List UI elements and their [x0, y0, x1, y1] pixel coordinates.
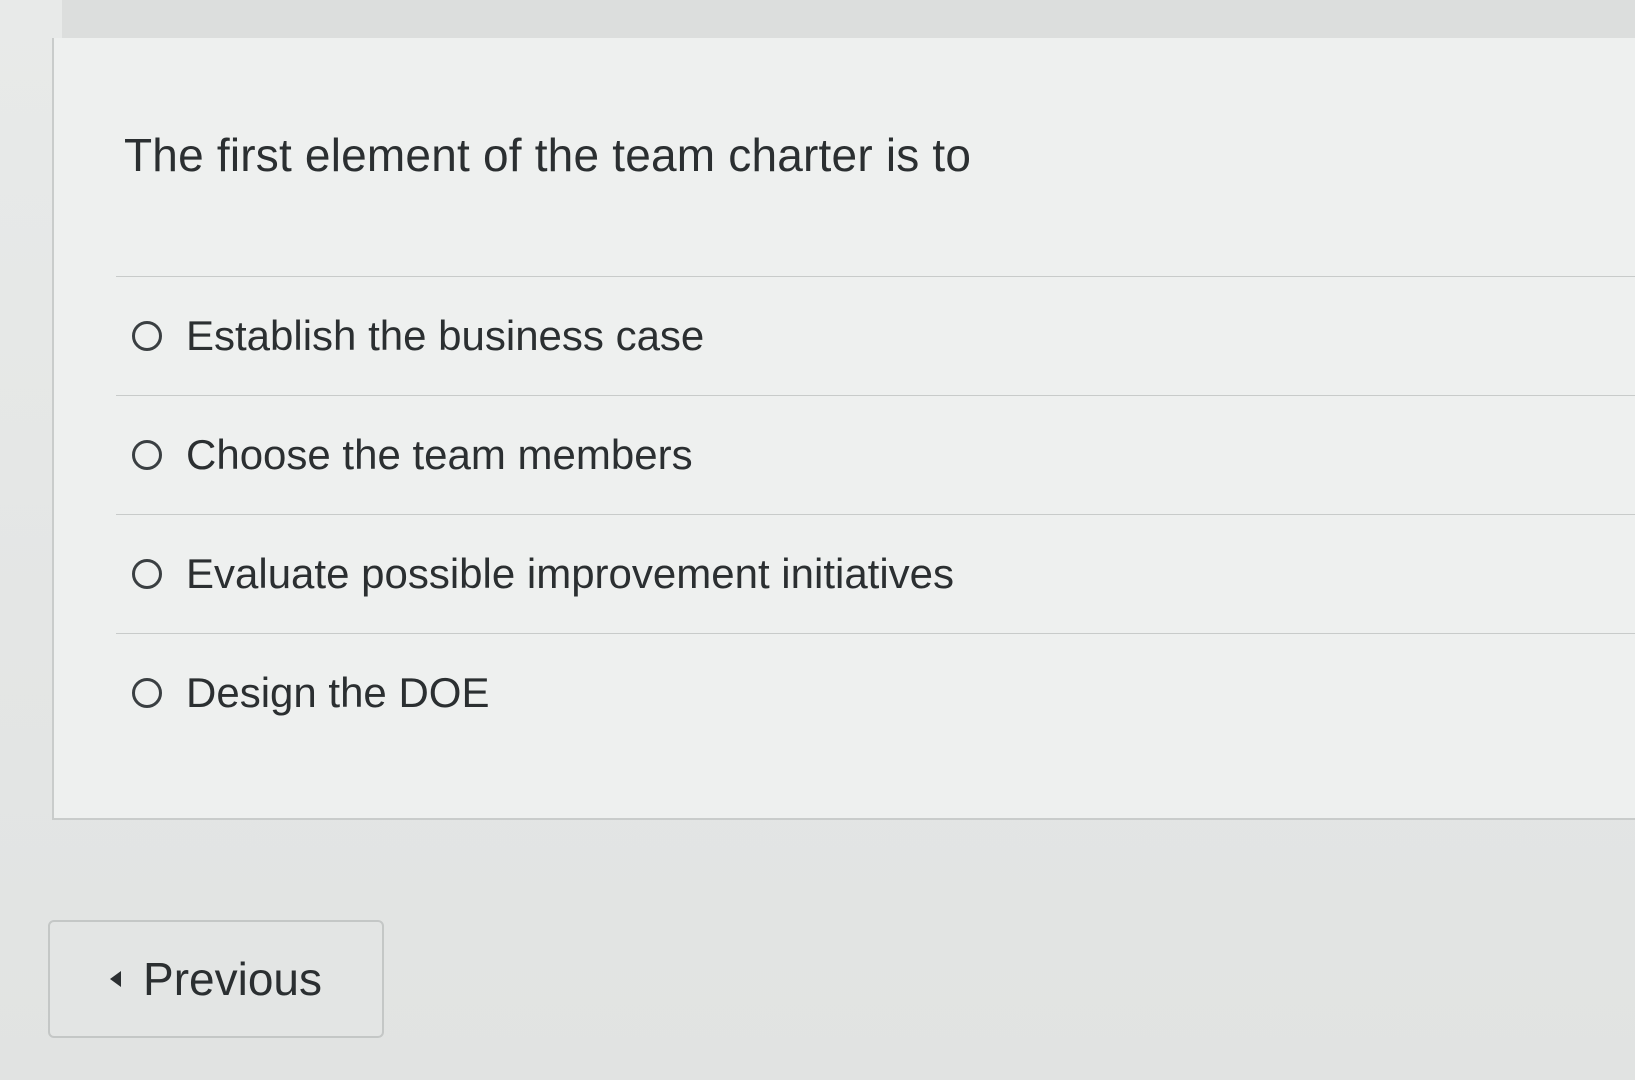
radio-button[interactable] — [132, 559, 162, 589]
answer-option-1[interactable]: Establish the business case — [116, 276, 1635, 395]
navigation-area: Previous — [48, 920, 384, 1038]
radio-button[interactable] — [132, 678, 162, 708]
radio-button[interactable] — [132, 321, 162, 351]
quiz-page: The first element of the team charter is… — [0, 0, 1635, 1080]
answer-label: Design the DOE — [186, 669, 490, 716]
previous-button[interactable]: Previous — [48, 920, 384, 1038]
answer-list: Establish the business case Choose the t… — [116, 276, 1635, 752]
answer-label: Establish the business case — [186, 312, 705, 359]
top-strip — [62, 0, 1635, 40]
answer-label: Choose the team members — [186, 431, 693, 478]
answer-label: Evaluate possible improvement initiative… — [186, 550, 955, 597]
answer-option-2[interactable]: Choose the team members — [116, 395, 1635, 514]
question-text: The first element of the team charter is… — [124, 129, 972, 181]
question-card: The first element of the team charter is… — [52, 38, 1635, 820]
radio-button[interactable] — [132, 440, 162, 470]
answer-option-4[interactable]: Design the DOE — [116, 633, 1635, 752]
previous-label: Previous — [143, 953, 322, 1005]
answer-option-3[interactable]: Evaluate possible improvement initiative… — [116, 514, 1635, 633]
caret-left-icon — [110, 971, 122, 987]
